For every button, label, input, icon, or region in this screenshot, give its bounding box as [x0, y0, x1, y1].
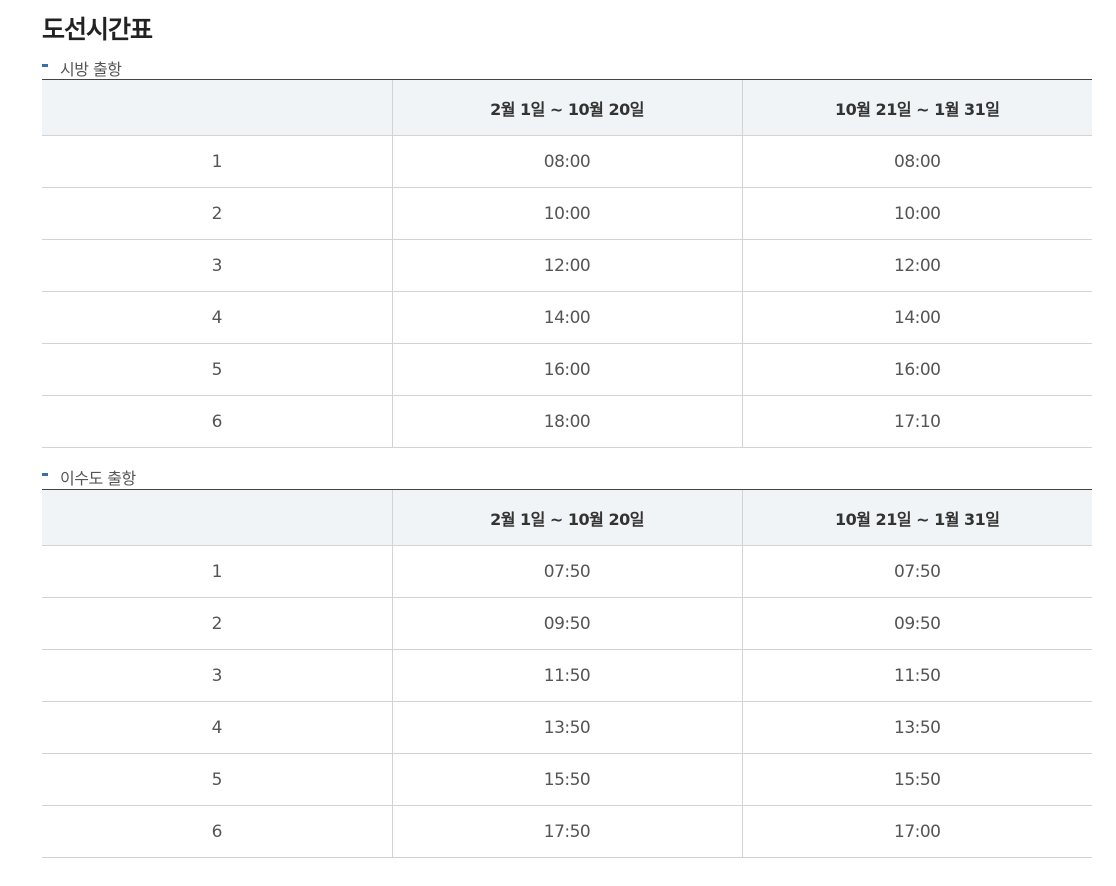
departure-time: 17:00	[741, 805, 1092, 858]
column-header-trip	[42, 79, 392, 136]
departure-time: 13:50	[391, 701, 742, 754]
trip-number: 4	[42, 291, 392, 344]
table-row: 6 18:00 17:10	[42, 395, 1092, 448]
departure-time: 10:00	[391, 187, 742, 240]
departure-time: 11:50	[391, 649, 742, 702]
departure-time: 08:00	[391, 135, 742, 188]
page: 도선시간표 시방 출항 2월 1일 ~ 10월 20일 10월 21일 ~ 1월…	[0, 0, 1116, 886]
trip-number: 5	[42, 753, 392, 806]
departure-time: 07:50	[741, 545, 1092, 598]
column-header-period-2: 10월 21일 ~ 1월 31일	[741, 79, 1092, 136]
table-row: 2 10:00 10:00	[42, 187, 1092, 240]
trip-number: 6	[42, 805, 392, 858]
departure-time: 14:00	[391, 291, 742, 344]
departure-time: 09:50	[741, 597, 1092, 650]
trip-number: 1	[42, 545, 392, 598]
table-row: 2 09:50 09:50	[42, 597, 1092, 650]
departure-time: 07:50	[391, 545, 742, 598]
trip-number: 3	[42, 649, 392, 702]
table-row: 4 14:00 14:00	[42, 291, 1092, 344]
column-header-trip	[42, 489, 392, 546]
departure-time: 12:00	[741, 239, 1092, 292]
trip-number: 6	[42, 395, 392, 448]
table-row: 1 08:00 08:00	[42, 135, 1092, 188]
section-label-text: 시방 출항	[60, 60, 122, 79]
table-row: 3 12:00 12:00	[42, 239, 1092, 292]
departure-time: 15:50	[391, 753, 742, 806]
departure-time: 13:50	[741, 701, 1092, 754]
departure-time: 16:00	[391, 343, 742, 396]
trip-number: 2	[42, 187, 392, 240]
departure-time: 18:00	[391, 395, 742, 448]
departure-time: 08:00	[741, 135, 1092, 188]
table-row: 5 16:00 16:00	[42, 343, 1092, 396]
section-label-sibang: 시방 출항	[42, 57, 122, 79]
trip-number: 1	[42, 135, 392, 188]
section-label-text: 이수도 출항	[60, 469, 136, 488]
table-row: 3 11:50 11:50	[42, 649, 1092, 702]
departure-time: 15:50	[741, 753, 1092, 806]
trip-number: 2	[42, 597, 392, 650]
bullet-icon	[42, 472, 48, 476]
page-title: 도선시간표	[42, 15, 153, 44]
trip-number: 5	[42, 343, 392, 396]
trip-number: 4	[42, 701, 392, 754]
departure-time: 16:00	[741, 343, 1092, 396]
table-row: 1 07:50 07:50	[42, 545, 1092, 598]
timetable-isudo: 2월 1일 ~ 10월 20일 10월 21일 ~ 1월 31일 1 07:50…	[42, 489, 1092, 858]
table-row: 4 13:50 13:50	[42, 701, 1092, 754]
column-header-period-2: 10월 21일 ~ 1월 31일	[741, 489, 1092, 546]
departure-time: 11:50	[741, 649, 1092, 702]
departure-time: 12:00	[391, 239, 742, 292]
table-header-row: 2월 1일 ~ 10월 20일 10월 21일 ~ 1월 31일	[42, 79, 1092, 136]
departure-time: 10:00	[741, 187, 1092, 240]
table-row: 5 15:50 15:50	[42, 753, 1092, 806]
table-header-row: 2월 1일 ~ 10월 20일 10월 21일 ~ 1월 31일	[42, 489, 1092, 546]
timetable-sibang: 2월 1일 ~ 10월 20일 10월 21일 ~ 1월 31일 1 08:00…	[42, 79, 1092, 448]
trip-number: 3	[42, 239, 392, 292]
column-header-period-1: 2월 1일 ~ 10월 20일	[391, 489, 742, 546]
table-row: 6 17:50 17:00	[42, 805, 1092, 858]
departure-time: 17:50	[391, 805, 742, 858]
section-label-isudo: 이수도 출항	[42, 466, 136, 488]
column-header-period-1: 2월 1일 ~ 10월 20일	[391, 79, 742, 136]
departure-time: 14:00	[741, 291, 1092, 344]
departure-time: 17:10	[741, 395, 1092, 448]
bullet-icon	[42, 63, 48, 67]
departure-time: 09:50	[391, 597, 742, 650]
